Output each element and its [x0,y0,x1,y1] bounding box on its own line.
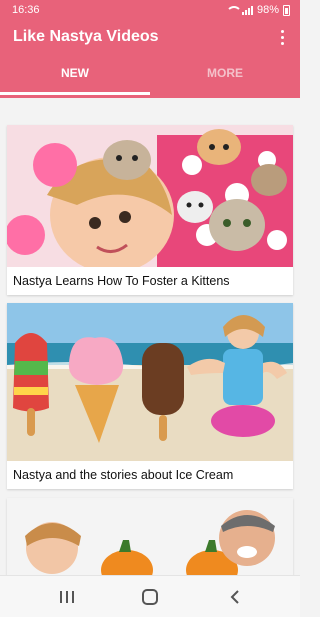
app-title: Like Nastya Videos [13,28,159,45]
battery-icon [283,4,290,16]
video-title[interactable]: Nastya Learns How To Foster a Kittens [7,267,293,295]
status-icons: 98% [225,4,290,16]
tab-indicator [0,92,150,95]
video-thumbnail[interactable] [7,303,293,461]
video-card[interactable] [7,498,293,578]
video-card[interactable]: Nastya Learns How To Foster a Kittens [7,125,293,295]
battery-percent: 98% [256,4,279,16]
wifi-icon [225,5,242,15]
video-thumbnail[interactable] [7,125,293,267]
overflow-menu-icon[interactable] [272,26,292,48]
tab-new[interactable]: NEW [0,66,150,80]
home-icon[interactable] [139,586,161,608]
system-navigation-bar [0,575,300,617]
app-bar: 16:36 98% Like Nastya Videos NEW MORE [0,0,300,98]
video-title[interactable]: Nastya and the stories about Ice Cream [7,461,293,489]
status-bar: 16:36 98% [0,0,300,22]
tab-more[interactable]: MORE [150,66,300,80]
recent-apps-icon[interactable] [56,586,78,608]
status-time: 16:36 [12,4,40,16]
signal-icon [241,5,253,15]
back-icon[interactable] [224,586,246,608]
video-card[interactable]: Nastya and the stories about Ice Cream [7,303,293,489]
video-thumbnail[interactable] [7,498,293,578]
